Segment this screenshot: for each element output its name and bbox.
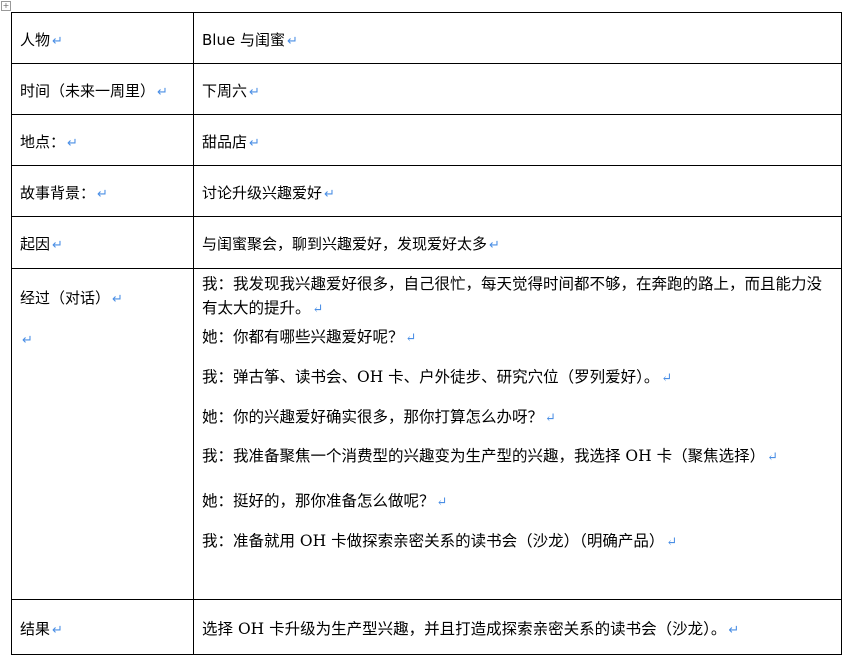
table-row: 结果 ↵ 选择 OH 卡升级为生产型兴趣，并且打造成探索亲密关系的读书会（沙龙）。… xyxy=(11,599,842,655)
table-row: 起因 ↵ 与闺蜜聚会，聊到兴趣爱好，发现爱好太多 ↵ xyxy=(11,216,842,269)
value-cell[interactable]: Blue 与闺蜜 ↵ xyxy=(193,12,842,64)
label-cell[interactable]: 起因 ↵ xyxy=(11,216,194,269)
dialogue-text: 她：你的兴趣爱好确实很多，那你打算怎么办呀？ xyxy=(202,408,544,426)
paragraph-mark-icon: ↵ xyxy=(436,495,448,510)
label-cell[interactable]: 经过（对话） ↵ ↵ xyxy=(11,268,194,600)
row-value-time: 下周六 xyxy=(202,82,248,100)
dialogue-text: 我：弹古筝、读书会、OH 卡、户外徒步、研究穴位 xyxy=(202,368,559,386)
paragraph-mark-icon: ↵ xyxy=(489,238,500,253)
dialogue-line: 我：我发现我兴趣爱好很多，自己很忙，每天觉得时间都不够，在奔跑的路上，而且能力没… xyxy=(202,272,833,322)
row-label-process: 经过（对话） xyxy=(20,289,111,307)
paragraph-mark-icon: ↵ xyxy=(249,136,260,151)
dialogue-note: （罗列爱好）。 xyxy=(558,368,660,386)
dialogue-line: 我：弹古筝、读书会、OH 卡、户外徒步、研究穴位（罗列爱好）。 ↵ xyxy=(202,365,833,391)
paragraph-mark-icon: ↵ xyxy=(661,371,673,386)
label-cell[interactable]: 人物 ↵ xyxy=(11,12,194,64)
row-label-characters: 人物 xyxy=(20,31,51,49)
paragraph-mark-icon: ↵ xyxy=(52,34,63,49)
result-cell[interactable]: 选择 OH 卡升级为生产型兴趣，并且打造成探索亲密关系的读书会（沙龙）。 ↵ xyxy=(193,599,842,655)
result-prefix: 选择 xyxy=(202,620,234,638)
row-label-cause: 起因 xyxy=(20,235,51,253)
paragraph-mark-icon: ↵ xyxy=(67,136,78,151)
paragraph-mark-icon: ↵ xyxy=(157,85,168,100)
table-row: 经过（对话） ↵ ↵ 我：我发现我兴趣爱好很多，自己很忙，每天觉得时间都不够，在奔… xyxy=(11,268,842,600)
dialogue-text: 我：我发现我兴趣爱好很多，自己很忙，每天觉得时间都不够，在奔跑的路上，而且能力没… xyxy=(202,275,823,317)
dialogue-line: 我：我准备聚焦一个消费型的兴趣变为生产型的兴趣，我选择 OH 卡（聚焦选择） ↵ xyxy=(202,431,833,483)
empty-paragraph: ↵ xyxy=(20,330,185,348)
story-table: 人物 ↵ Blue 与闺蜜 ↵ 时间（未来一周里） ↵ 下周六 ↵ 地点： ↵ 甜品店 ↵ … xyxy=(11,12,842,655)
paragraph-mark-icon: ↵ xyxy=(249,85,260,100)
table-row: 地点： ↵ 甜品店 ↵ xyxy=(11,114,842,166)
row-value-background: 讨论升级兴趣爱好 xyxy=(202,184,323,202)
paragraph-mark-icon: ↵ xyxy=(767,450,779,465)
paragraph-mark-icon: ↵ xyxy=(405,331,417,346)
value-cell[interactable]: 甜品店 ↵ xyxy=(193,114,842,166)
label-cell[interactable]: 故事背景： ↵ xyxy=(11,165,194,217)
paragraph-mark-icon: ↵ xyxy=(52,238,63,253)
paragraph-mark-icon: ↵ xyxy=(545,411,556,426)
label-cell[interactable]: 结果 ↵ xyxy=(11,599,194,655)
paragraph-mark-icon: ↵ xyxy=(97,187,108,202)
row-value-cause: 与闺蜜聚会，聊到兴趣爱好，发现爱好太多 xyxy=(202,235,488,253)
row-value-place: 甜品店 xyxy=(202,133,248,151)
dialogue-line: 她：挺好的，那你准备怎么做呢？ ↵ xyxy=(202,489,833,515)
dialogue-note: （明确产品） xyxy=(579,532,665,550)
table-move-handle[interactable]: + xyxy=(1,1,11,11)
value-cell[interactable]: 下周六 ↵ xyxy=(193,63,842,115)
paragraph-mark-icon: ↵ xyxy=(324,187,335,202)
row-value-characters: Blue 与闺蜜 xyxy=(202,31,285,49)
paragraph-mark-icon: ↵ xyxy=(52,623,63,638)
dialogue-note: 聚焦选择） xyxy=(687,447,766,465)
row-label-place: 地点： xyxy=(20,133,66,151)
dialogue-text: 她：你都有哪些兴趣爱好呢？ xyxy=(202,328,404,346)
paragraph-mark-icon: ↵ xyxy=(22,333,33,348)
row-label-time: 时间（未来一周里） xyxy=(20,82,156,100)
paragraph-mark-icon: ↵ xyxy=(312,302,324,317)
value-cell[interactable]: 与闺蜜聚会，聊到兴趣爱好，发现爱好太多 ↵ xyxy=(193,216,842,269)
dialogue-cell[interactable]: 我：我发现我兴趣爱好很多，自己很忙，每天觉得时间都不够，在奔跑的路上，而且能力没… xyxy=(193,268,842,600)
paragraph-mark-icon: ↵ xyxy=(112,292,123,307)
table-row: 人物 ↵ Blue 与闺蜜 ↵ xyxy=(11,12,842,64)
paragraph-mark-icon: ↵ xyxy=(666,535,678,550)
dialogue-text: 我：我准备聚焦一个消费型的兴趣变为生产型的兴趣，我选择 OH 卡（ xyxy=(202,447,688,465)
paragraph-mark-icon: ↵ xyxy=(728,623,740,638)
row-label-background: 故事背景： xyxy=(20,184,96,202)
dialogue-line: 我：准备就用 OH 卡做探索亲密关系的读书会（沙龙）（明确产品） ↵ xyxy=(202,529,833,555)
label-cell[interactable]: 地点： ↵ xyxy=(11,114,194,166)
value-cell[interactable]: 讨论升级兴趣爱好 ↵ xyxy=(193,165,842,217)
paragraph-mark-icon: ↵ xyxy=(286,34,298,49)
table-row: 故事背景： ↵ 讨论升级兴趣爱好 ↵ xyxy=(11,165,842,217)
dialogue-line: 她：你都有哪些兴趣爱好呢？ ↵ xyxy=(202,325,833,351)
dialogue-line: 她：你的兴趣爱好确实很多，那你打算怎么办呀？ ↵ xyxy=(202,405,833,431)
result-text: OH 卡升级为生产型兴趣，并且打造成探索亲密关系的读书会（沙龙）。 xyxy=(233,620,727,638)
table-row: 时间（未来一周里） ↵ 下周六 ↵ xyxy=(11,63,842,115)
dialogue-text: 她：挺好的，那你准备怎么做呢？ xyxy=(202,492,435,510)
row-label-result: 结果 xyxy=(20,620,51,638)
label-cell[interactable]: 时间（未来一周里） ↵ xyxy=(11,63,194,115)
dialogue-text: 我：准备就用 OH 卡做探索亲密关系的读书会（沙龙） xyxy=(202,532,580,550)
